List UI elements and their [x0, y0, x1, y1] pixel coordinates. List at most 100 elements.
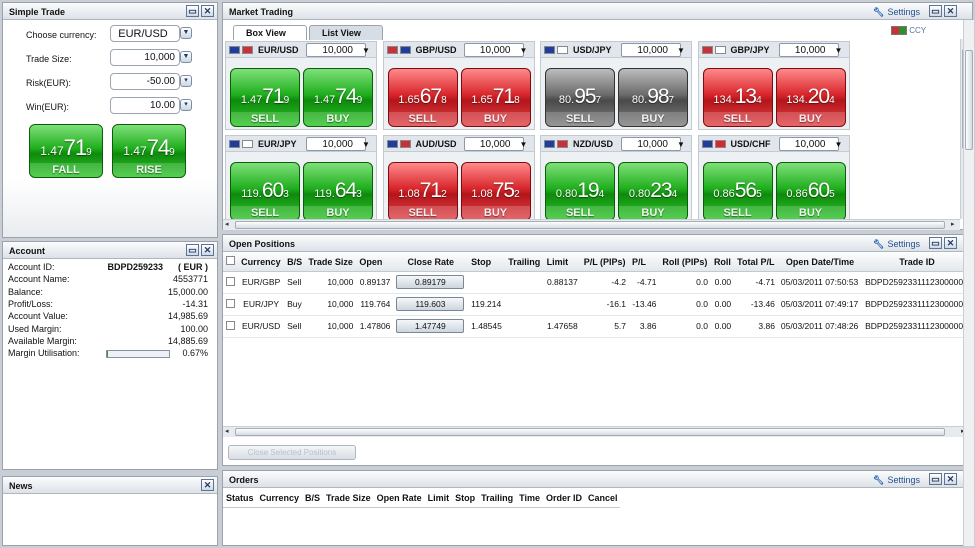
sell-button[interactable]: 119.603 SELL [230, 162, 300, 221]
settings-link[interactable]: 🔧︎ Settings [873, 475, 920, 486]
tab-box-view[interactable]: Box View [233, 25, 307, 40]
row-checkbox[interactable] [223, 293, 239, 316]
chevron-down-icon[interactable]: ▼ [677, 46, 685, 55]
column-header[interactable]: Stop [468, 253, 506, 272]
buy-button[interactable]: 1.47749 BUY [303, 68, 373, 127]
currency-select[interactable]: EUR/USD [110, 25, 180, 42]
buy-button[interactable]: 119.643 BUY [303, 162, 373, 221]
amount-select[interactable]: 10,000 [621, 137, 681, 151]
chevron-down-icon[interactable]: ▼ [362, 140, 370, 149]
rise-button[interactable]: 1.47749 RISE [112, 124, 186, 178]
sell-button[interactable]: 0.80194 SELL [545, 162, 615, 221]
settings-link[interactable]: 🔧︎ Settings [873, 7, 920, 18]
maximize-icon[interactable]: ▭ [929, 5, 942, 17]
buy-button[interactable]: 0.80234 BUY [618, 162, 688, 221]
column-header[interactable]: Time [516, 489, 543, 508]
column-header[interactable]: Open Rate [373, 489, 425, 508]
column-header[interactable]: Open Date/Time [777, 253, 863, 272]
spinner-icon[interactable]: ▾ [180, 99, 192, 111]
close-rate-cell[interactable]: 1.47749 [393, 315, 469, 338]
sell-button[interactable]: 1.08712 SELL [387, 162, 458, 221]
maximize-icon[interactable]: ▭ [929, 473, 942, 485]
amount-select[interactable]: 10,000 [306, 43, 366, 57]
chevron-down-icon[interactable]: ▼ [677, 140, 685, 149]
close-rate-cell[interactable]: 119.603 [393, 293, 469, 316]
close-icon[interactable]: ✕ [201, 5, 214, 17]
horizontal-scrollbar[interactable]: ◂ ▸ [223, 426, 972, 437]
column-header[interactable]: Trailing [505, 253, 544, 272]
fall-button[interactable]: 1.47719 FALL [29, 124, 103, 178]
risk-input[interactable]: -50.00 [110, 73, 180, 90]
column-header[interactable]: Total P/L [734, 253, 778, 272]
column-header[interactable]: Order ID [542, 489, 585, 508]
chevron-down-icon[interactable]: ▼ [835, 46, 843, 55]
buy-button[interactable]: 134.204 BUY [775, 68, 846, 127]
maximize-icon[interactable]: ▭ [929, 237, 942, 249]
chevron-down-icon[interactable]: ▼ [835, 140, 843, 149]
column-header[interactable]: Roll [710, 253, 735, 272]
select-all-checkbox[interactable] [223, 253, 239, 272]
win-input[interactable]: 10.00 [110, 97, 180, 114]
window-scrollbar[interactable] [963, 20, 974, 546]
column-header[interactable]: B/S [302, 489, 324, 508]
column-header[interactable]: Trade Size [305, 253, 357, 272]
table-row[interactable]: EUR/JPY Buy 10,000 119.764 119.603 119.214 -16… [223, 293, 972, 316]
chevron-down-icon[interactable]: ▼ [362, 46, 370, 55]
amount-select[interactable]: 10,000 [778, 137, 839, 151]
row-checkbox[interactable] [223, 315, 239, 338]
column-header[interactable]: Currency [256, 489, 303, 508]
amount-select[interactable]: 10,000 [463, 43, 524, 57]
close-rate-button[interactable]: 1.47749 [396, 319, 465, 333]
sell-button[interactable]: 80.957 SELL [545, 68, 615, 127]
close-rate-cell[interactable]: 0.89179 [393, 271, 469, 294]
ccy-toggle[interactable]: CCY [891, 26, 926, 36]
column-header[interactable]: B/S [284, 253, 306, 272]
spinner-icon[interactable]: ▾ [180, 75, 192, 87]
table-row[interactable]: EUR/GBP Sell 10,000 0.89137 0.89179 0.88137 -4… [223, 271, 972, 294]
maximize-icon[interactable]: ▭ [186, 5, 199, 17]
column-header[interactable]: Close Rate [393, 253, 469, 272]
column-header[interactable]: P/L (PIPs) [580, 253, 630, 272]
column-header[interactable]: Currency [238, 253, 285, 272]
buy-button[interactable]: 0.86605 BUY [775, 162, 846, 221]
column-header[interactable]: Open [356, 253, 394, 272]
column-header[interactable]: Cancel [584, 489, 621, 508]
row-checkbox[interactable] [223, 271, 239, 294]
close-icon[interactable]: ✕ [944, 473, 957, 485]
horizontal-scrollbar[interactable]: ◂ ▸ [223, 219, 960, 230]
column-header[interactable]: P/L [629, 253, 660, 272]
chevron-down-icon[interactable]: ▼ [180, 51, 192, 63]
close-selected-positions-button[interactable]: Close Selected Positions [228, 445, 356, 460]
chevron-down-icon[interactable]: ▼ [180, 27, 192, 39]
amount-select[interactable]: 10,000 [463, 137, 524, 151]
amount-select[interactable]: 10,000 [778, 43, 839, 57]
column-header[interactable]: Stop [452, 489, 479, 508]
buy-button[interactable]: 1.08752 BUY [460, 162, 531, 221]
trade-size-input[interactable]: 10,000 [110, 49, 180, 66]
column-header[interactable]: Trade Size [323, 489, 374, 508]
close-icon[interactable]: ✕ [944, 237, 957, 249]
close-rate-button[interactable]: 119.603 [396, 297, 465, 311]
close-icon[interactable]: ✕ [201, 479, 214, 491]
chevron-down-icon[interactable]: ▼ [520, 46, 528, 55]
amount-select[interactable]: 10,000 [621, 43, 681, 57]
sell-button[interactable]: 134.134 SELL [702, 68, 773, 127]
table-row[interactable]: EUR/USD Sell 10,000 1.47806 1.47749 1.48545 1.… [223, 315, 972, 338]
close-icon[interactable]: ✕ [201, 244, 214, 256]
sell-button[interactable]: 1.47719 SELL [230, 68, 300, 127]
column-header[interactable]: Limit [543, 253, 581, 272]
close-rate-button[interactable]: 0.89179 [396, 275, 465, 289]
column-header[interactable]: Roll (PIPs) [659, 253, 711, 272]
column-header[interactable]: Limit [424, 489, 453, 508]
sell-button[interactable]: 1.65678 SELL [387, 68, 458, 127]
sell-button[interactable]: 0.86565 SELL [702, 162, 773, 221]
buy-button[interactable]: 1.65718 BUY [460, 68, 531, 127]
settings-link[interactable]: 🔧︎ Settings [873, 239, 920, 250]
amount-select[interactable]: 10,000 [306, 137, 366, 151]
maximize-icon[interactable]: ▭ [186, 244, 199, 256]
close-icon[interactable]: ✕ [944, 5, 957, 17]
column-header[interactable]: Status [223, 489, 257, 508]
column-header[interactable]: Trade ID [862, 253, 972, 272]
buy-button[interactable]: 80.987 BUY [618, 68, 688, 127]
chevron-down-icon[interactable]: ▼ [520, 140, 528, 149]
